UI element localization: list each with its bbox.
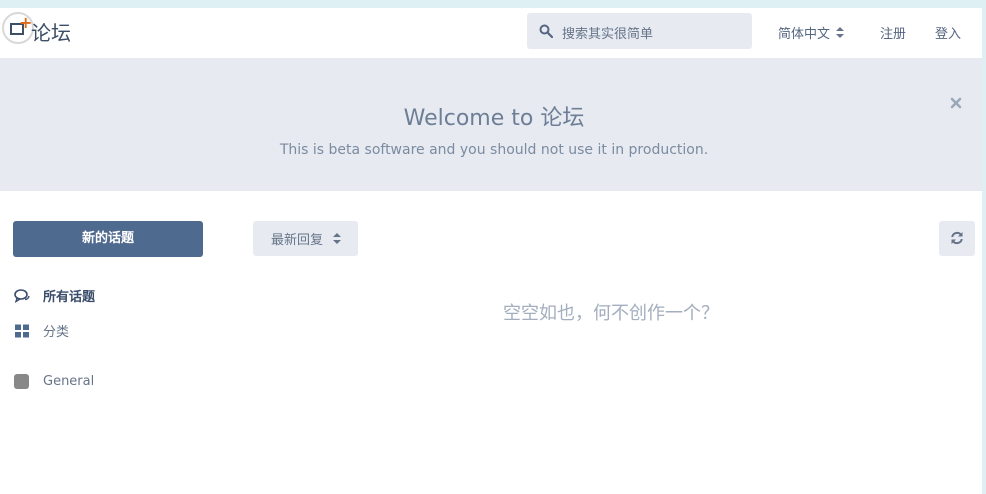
sidebar-item-label: 所有话题 [43, 290, 96, 305]
welcome-banner: Welcome to 论坛 This is beta software and … [0, 58, 982, 191]
sort-caret-icon [333, 232, 342, 245]
search-input[interactable]: 搜索其实很简单 [527, 13, 752, 49]
sort-label: 最新回复 [271, 233, 324, 248]
language-label: 简体中文 [778, 27, 831, 42]
new-topic-button[interactable]: 新的话题 [13, 221, 203, 257]
sidebar-item-general[interactable]: General [14, 374, 94, 389]
right-border [982, 0, 986, 494]
sidebar-item-all-topics[interactable]: 所有话题 [14, 286, 95, 305]
close-icon[interactable] [949, 96, 963, 110]
top-border [0, 0, 986, 8]
sidebar-item-label: 分类 [43, 325, 70, 340]
logo-icon[interactable]: + [2, 12, 34, 44]
header: + 论坛 搜索其实很简单 简体中文 注册 登入 [0, 8, 982, 58]
sort-caret-icon [836, 26, 845, 39]
grid-icon [15, 324, 29, 337]
signup-link[interactable]: 注册 [880, 23, 906, 42]
login-link[interactable]: 登入 [935, 23, 961, 42]
sort-dropdown[interactable]: 最新回复 [253, 221, 358, 256]
sidebar-item-categories[interactable]: 分类 [14, 321, 69, 340]
language-select[interactable]: 简体中文 [778, 23, 845, 42]
tag-swatch [14, 374, 29, 389]
search-placeholder: 搜索其实很简单 [562, 27, 654, 42]
refresh-icon [951, 231, 963, 245]
empty-state-message: 空空如也，何不创作一个？ [503, 303, 719, 324]
site-title[interactable]: 论坛 [31, 17, 71, 46]
search-icon [539, 24, 553, 38]
comments-icon [14, 288, 30, 303]
sidebar-item-label: General [43, 374, 95, 389]
refresh-button[interactable] [939, 221, 975, 256]
hero-subtitle: This is beta software and you should not… [279, 142, 709, 158]
hero-title: Welcome to 论坛 [403, 106, 585, 131]
